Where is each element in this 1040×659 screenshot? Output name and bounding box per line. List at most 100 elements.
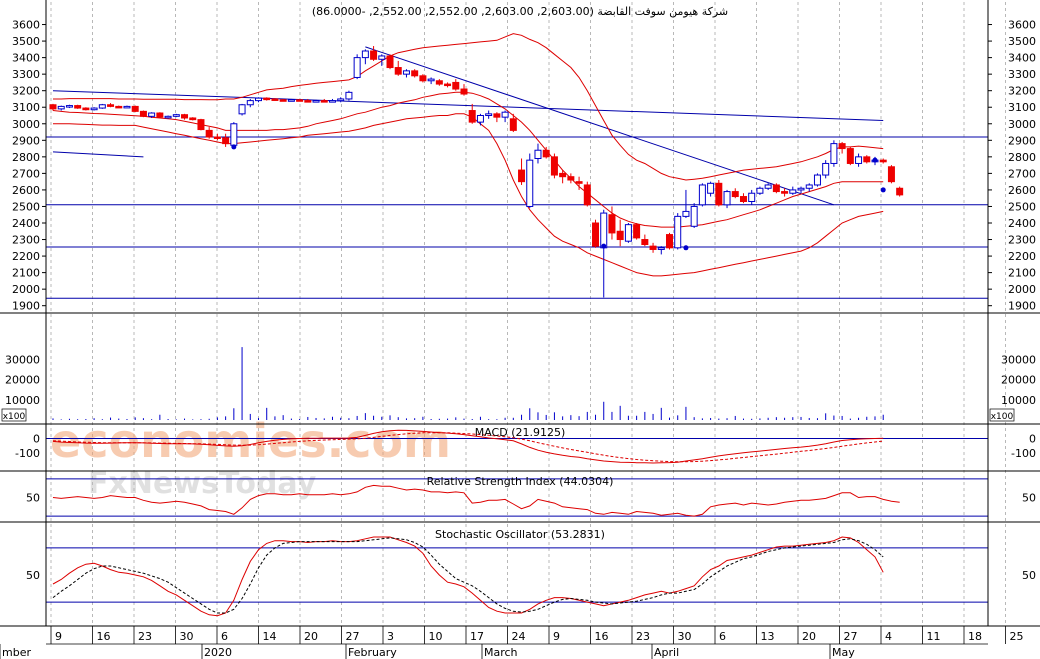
price-ytick-right: 3500 <box>1008 35 1036 48</box>
candle-down <box>139 110 147 117</box>
price-ytick-left: 2100 <box>12 267 40 280</box>
candle-up <box>600 212 608 249</box>
candle-down <box>542 149 550 158</box>
candle-down <box>213 136 221 139</box>
price-ytick-right: 2400 <box>1008 217 1036 230</box>
price-ytick-right: 3000 <box>1008 118 1036 131</box>
volume-unit-right: x100 <box>991 412 1014 422</box>
candle-up <box>238 104 246 115</box>
candle-up <box>682 210 690 217</box>
x-tick-label: 13 <box>761 630 775 643</box>
candle-down <box>296 99 304 102</box>
candle-up <box>805 184 813 189</box>
x-tick-label: 10 <box>429 630 443 643</box>
candle-up <box>65 105 73 108</box>
volume-ytick-left: 10000 <box>5 394 40 407</box>
x-tick-label: 16 <box>595 630 609 643</box>
candle-down <box>493 113 501 118</box>
stock-chart: economies.com FxNewsToday شركة هيومن سوف… <box>0 0 1040 659</box>
macd-ytick-left: 0 <box>33 433 40 446</box>
candle-down <box>887 166 895 183</box>
candle-down <box>649 245 657 250</box>
macd-ytick-right: 0 <box>1029 433 1036 446</box>
price-ytick-right: 2000 <box>1008 283 1036 296</box>
candle-up <box>756 187 764 194</box>
candle-up <box>353 57 361 78</box>
candle-down <box>575 181 583 184</box>
candle-down <box>567 176 575 181</box>
price-ytick-left: 2600 <box>12 184 40 197</box>
candle-down <box>879 159 887 163</box>
candle-up <box>345 91 353 100</box>
candle-up <box>378 55 386 60</box>
price-marker <box>231 144 237 150</box>
x-tick-label: 27 <box>346 630 360 643</box>
candle-up <box>123 105 131 109</box>
price-ytick-right: 2200 <box>1008 250 1036 263</box>
x-tick-label: 23 <box>138 630 152 643</box>
price-ytick-right: 3600 <box>1008 19 1036 32</box>
candle-down <box>107 104 115 107</box>
candle-down <box>115 105 123 109</box>
price-ytick-left: 2200 <box>12 250 40 263</box>
x-tick-label: 30 <box>678 630 692 643</box>
candle-down <box>550 156 558 176</box>
candle-up <box>230 123 238 146</box>
price-marker <box>601 243 607 249</box>
candle-down <box>583 184 591 206</box>
x-tick-label: 18 <box>968 630 982 643</box>
candle-up <box>624 224 632 242</box>
candle-up <box>813 174 821 186</box>
candle-down <box>772 184 780 193</box>
price-ytick-left: 3400 <box>12 52 40 65</box>
candle-up <box>476 115 484 123</box>
candle-down <box>633 224 641 239</box>
candle-up <box>830 143 838 164</box>
candle-down <box>181 114 189 119</box>
candle-down <box>559 172 567 178</box>
rsi-ytick-right: 50 <box>1022 492 1036 505</box>
price-ytick-left: 2400 <box>12 217 40 230</box>
candle-down <box>197 119 205 131</box>
candle-up <box>148 112 156 117</box>
candle-up <box>485 113 493 116</box>
candle-up <box>427 78 435 82</box>
candle-down <box>452 81 460 90</box>
candle-down <box>509 118 517 131</box>
price-ytick-right: 2900 <box>1008 134 1036 147</box>
candle-up <box>255 97 262 102</box>
price-ytick-right: 3200 <box>1008 85 1036 98</box>
candle-down <box>731 191 739 198</box>
candle-up <box>164 115 172 119</box>
candle-up <box>789 189 797 194</box>
x-tick-label: 24 <box>512 630 526 643</box>
x-tick-label: 9 <box>55 630 62 643</box>
candle-up <box>707 182 715 194</box>
candle-down <box>468 110 476 123</box>
price-ytick-right: 3400 <box>1008 52 1036 65</box>
candle-up <box>90 107 98 111</box>
price-ytick-left: 3200 <box>12 85 40 98</box>
candle-up <box>312 100 320 103</box>
candle-down <box>304 100 312 103</box>
price-title: شركة هيومن سوفت القابضة (2,603.00, 2,603… <box>312 5 728 18</box>
candle-down <box>444 83 452 87</box>
x-tick-label: 27 <box>844 630 858 643</box>
candle-up <box>337 98 345 102</box>
candle-down <box>715 182 723 206</box>
candle-up <box>57 105 65 110</box>
candle-down <box>608 214 616 234</box>
price-marker <box>880 187 886 193</box>
price-ytick-left: 2800 <box>12 151 40 164</box>
candle-down <box>370 50 378 60</box>
candle-down <box>616 230 624 241</box>
x-tick-label: 6 <box>221 630 228 643</box>
candle-up <box>657 247 665 250</box>
candle-down <box>518 169 526 183</box>
candle-down <box>435 80 443 85</box>
candle-down <box>263 97 271 101</box>
price-ytick-right: 2300 <box>1008 234 1036 247</box>
candle-down <box>781 191 789 194</box>
candle-down <box>846 148 854 164</box>
candle-down <box>592 222 600 247</box>
